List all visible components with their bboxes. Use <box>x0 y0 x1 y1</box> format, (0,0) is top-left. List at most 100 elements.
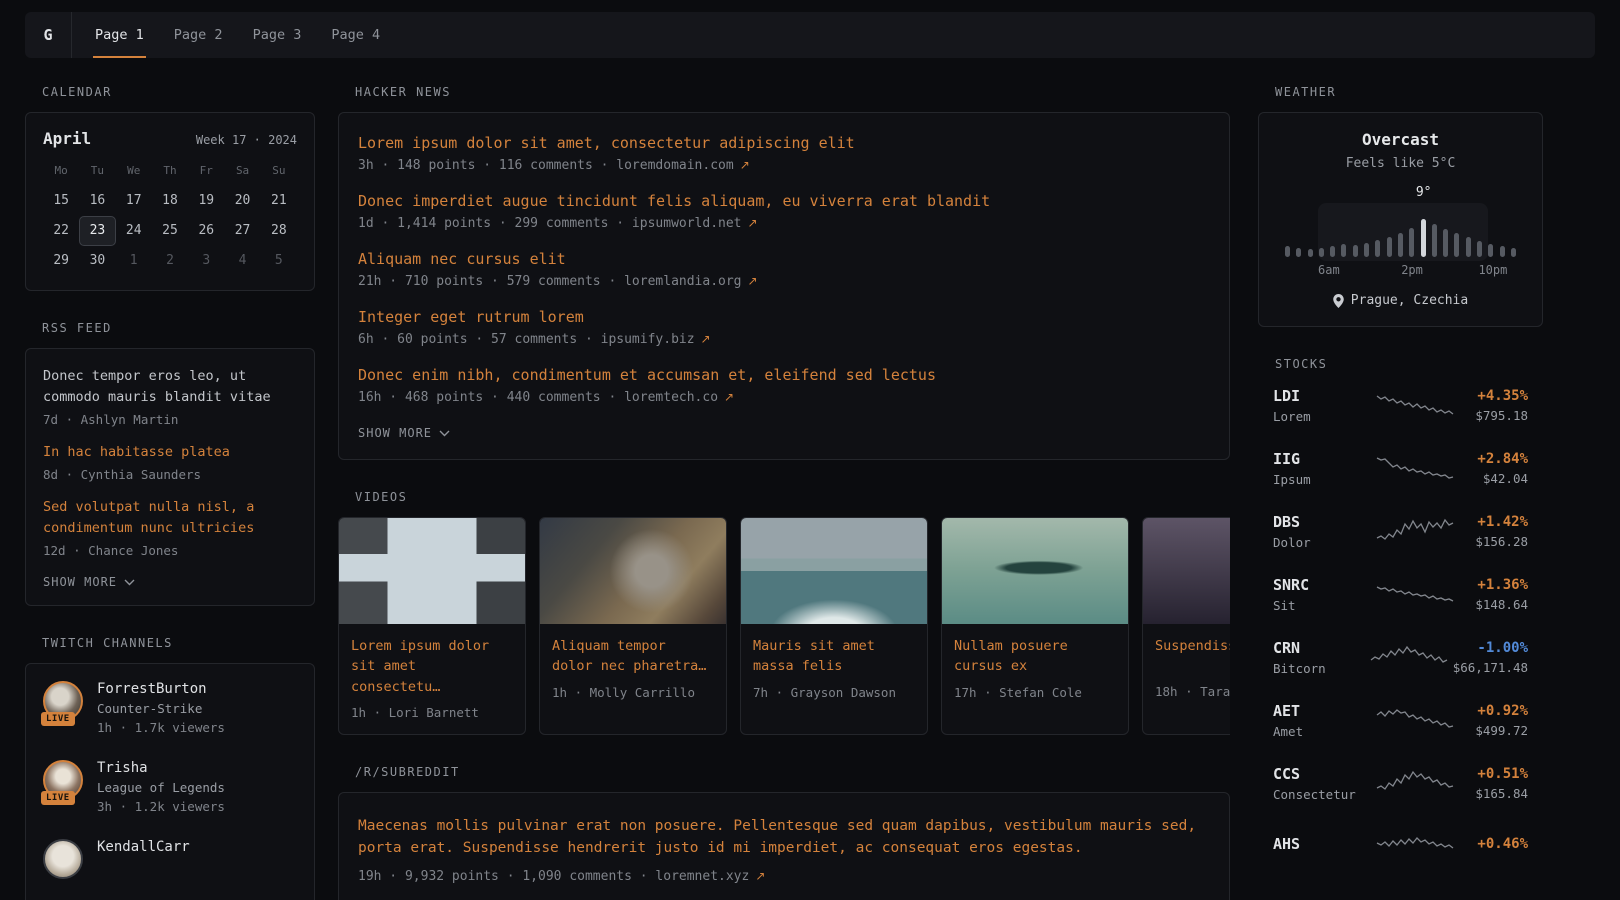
news-story: Donec imperdiet augue tincidunt felis al… <box>358 192 1210 231</box>
rss-show-more-button[interactable]: SHOW MORE <box>43 575 135 589</box>
stock-row[interactable]: AHS +0.46% <box>1258 825 1543 867</box>
channel-game: Counter-Strike <box>97 701 225 716</box>
calendar-day-headers: Mo Tu We Th Fr Sa Su <box>43 164 297 177</box>
stocks-widget: STOCKS LDILorem +4.35%$795.18 IIGIpsum +… <box>1258 357 1543 867</box>
temp-bar <box>1443 229 1448 257</box>
tab-page-1[interactable]: Page 1 <box>93 12 146 58</box>
dow-label: We <box>116 164 152 177</box>
calendar-day: 25 <box>152 216 188 246</box>
hackernews-show-more-button[interactable]: SHOW MORE <box>358 426 450 440</box>
widget-title-videos: VIDEOS <box>338 490 1230 504</box>
stock-row[interactable]: AETAmet +0.92%$499.72 <box>1258 699 1543 741</box>
temp-peak-label: 9° <box>1416 185 1432 200</box>
story-title-link[interactable]: Aliquam nec cursus elit <box>358 250 1210 268</box>
time-axis: 6am 2pm 10pm <box>1285 263 1516 279</box>
middle-column: HACKER NEWS Lorem ipsum dolor sit amet, … <box>338 85 1230 900</box>
twitch-channel[interactable]: KendallCarr <box>43 839 297 879</box>
story-meta-text: 1d · 1,414 points · 299 comments · ipsum… <box>358 216 742 231</box>
app-logo[interactable]: G <box>25 12 72 58</box>
calendar-week-year: Week 17 · 2024 <box>196 133 297 147</box>
video-card[interactable]: Nullam posuere cursus ex 17h · Stefan Co… <box>941 517 1129 735</box>
tab-page-3[interactable]: Page 3 <box>251 12 304 58</box>
video-card[interactable]: Mauris sit amet massa felis 7h · Grayson… <box>740 517 928 735</box>
stock-row[interactable]: IIGIpsum +2.84%$42.04 <box>1258 447 1543 489</box>
twitch-channel[interactable]: LIVE Trisha League of Legends 3h · 1.2k … <box>43 760 297 814</box>
twitch-card: LIVE ForrestBurton Counter-Strike 1h · 1… <box>25 663 315 900</box>
external-link-icon[interactable]: ↗ <box>724 390 734 404</box>
stock-price: $66,171.48 <box>1453 660 1528 675</box>
story-meta-text: 16h · 468 points · 440 comments · loremt… <box>358 390 718 405</box>
left-column: CALENDAR April Week 17 · 2024 Mo Tu We T… <box>25 85 315 900</box>
video-thumbnail <box>540 518 726 624</box>
story-title-link[interactable]: Integer eget rutrum lorem <box>358 308 1210 326</box>
tab-page-2[interactable]: Page 2 <box>172 12 225 58</box>
calendar-card: April Week 17 · 2024 Mo Tu We Th Fr Sa S… <box>25 112 315 291</box>
dow-label: Mo <box>43 164 79 177</box>
stock-symbol: CCS <box>1273 765 1371 783</box>
calendar-day: 22 <box>43 216 79 246</box>
stock-name: Sit <box>1273 598 1371 613</box>
stock-row[interactable]: DBSDolor +1.42%$156.28 <box>1258 510 1543 552</box>
stock-price: $42.04 <box>1459 471 1528 486</box>
weather-widget: WEATHER Overcast Feels like 5°C 9° 6am 2… <box>1258 85 1543 327</box>
stock-row[interactable]: SNRCSit +1.36%$148.64 <box>1258 573 1543 615</box>
temp-bar <box>1319 248 1324 257</box>
calendar-day: 4 <box>224 246 260 276</box>
widget-title-calendar: CALENDAR <box>25 85 315 99</box>
external-link-icon[interactable]: ↗ <box>748 274 758 288</box>
external-link-icon[interactable]: ↗ <box>748 216 758 230</box>
widget-title-weather: WEATHER <box>1258 85 1543 99</box>
dow-label: Sa <box>224 164 260 177</box>
temp-bar <box>1421 219 1426 257</box>
stock-symbol: IIG <box>1273 450 1371 468</box>
stock-sparkline <box>1371 642 1447 672</box>
stock-name: Ipsum <box>1273 472 1371 487</box>
time-label: 2pm <box>1401 263 1423 277</box>
rss-item-title[interactable]: Sed volutpat nulla nisl, a condimentum n… <box>43 497 297 539</box>
temp-bar <box>1500 246 1505 257</box>
calendar-day: 21 <box>261 186 297 216</box>
twitch-channel[interactable]: LIVE ForrestBurton Counter-Strike 1h · 1… <box>43 681 297 735</box>
temp-bar <box>1364 243 1369 257</box>
story-title-link[interactable]: Donec enim nibh, condimentum et accumsan… <box>358 366 1210 384</box>
external-link-icon[interactable]: ↗ <box>740 158 750 172</box>
stock-symbol: CRN <box>1273 639 1365 657</box>
video-card[interactable]: Aliquam tempor dolor nec pharetra… 1h · … <box>539 517 727 735</box>
temp-bar <box>1477 241 1482 257</box>
rss-item-title[interactable]: Donec tempor eros leo, ut commodo mauris… <box>43 366 297 408</box>
external-link-icon[interactable]: ↗ <box>701 332 711 346</box>
stock-change: +0.51% <box>1459 766 1528 782</box>
stock-row[interactable]: CRNBitcorn -1.00%$66,171.48 <box>1258 636 1543 678</box>
story-title-link[interactable]: Donec imperdiet augue tincidunt felis al… <box>358 192 1210 210</box>
external-link-icon[interactable]: ↗ <box>755 869 765 883</box>
show-more-label: SHOW MORE <box>358 426 432 440</box>
temp-bar <box>1296 248 1301 257</box>
stock-symbol: LDI <box>1273 387 1371 405</box>
stock-change: +0.92% <box>1459 703 1528 719</box>
stock-row[interactable]: LDILorem +4.35%$795.18 <box>1258 384 1543 426</box>
temp-bar <box>1375 240 1380 257</box>
stock-change: +4.35% <box>1459 388 1528 404</box>
news-story: Integer eget rutrum lorem 6h · 60 points… <box>358 308 1210 347</box>
story-title-link[interactable]: Lorem ipsum dolor sit amet, consectetur … <box>358 134 1210 152</box>
story-meta-text: 3h · 148 points · 116 comments · loremdo… <box>358 158 734 173</box>
stock-row[interactable]: CCSConsectetur +0.51%$165.84 <box>1258 762 1543 804</box>
rss-item: In hac habitasse platea 8d · Cynthia Sau… <box>43 442 297 482</box>
top-nav: G Page 1 Page 2 Page 3 Page 4 <box>25 12 1595 58</box>
news-story: Donec enim nibh, condimentum et accumsan… <box>358 366 1210 405</box>
video-meta: 1h · Molly Carrillo <box>552 685 714 700</box>
channel-avatar <box>43 839 83 879</box>
post-title-link[interactable]: Maecenas mollis pulvinar erat non posuer… <box>358 815 1210 860</box>
temp-bars <box>1285 217 1516 257</box>
hackernews-card: Lorem ipsum dolor sit amet, consectetur … <box>338 112 1230 460</box>
stock-name: Dolor <box>1273 535 1371 550</box>
rss-item-title[interactable]: In hac habitasse platea <box>43 442 297 463</box>
video-card[interactable]: Suspendisse diam 18h · Tara <box>1142 517 1230 735</box>
tab-page-4[interactable]: Page 4 <box>329 12 382 58</box>
temp-bar <box>1330 246 1335 257</box>
temp-bar <box>1387 237 1392 257</box>
rss-card: Donec tempor eros leo, ut commodo mauris… <box>25 348 315 606</box>
post-meta: 19h · 9,932 points · 1,090 comments · lo… <box>358 869 1210 884</box>
video-meta: 17h · Stefan Cole <box>954 685 1116 700</box>
video-card[interactable]: Lorem ipsum dolor sit amet consectetu… 1… <box>338 517 526 735</box>
